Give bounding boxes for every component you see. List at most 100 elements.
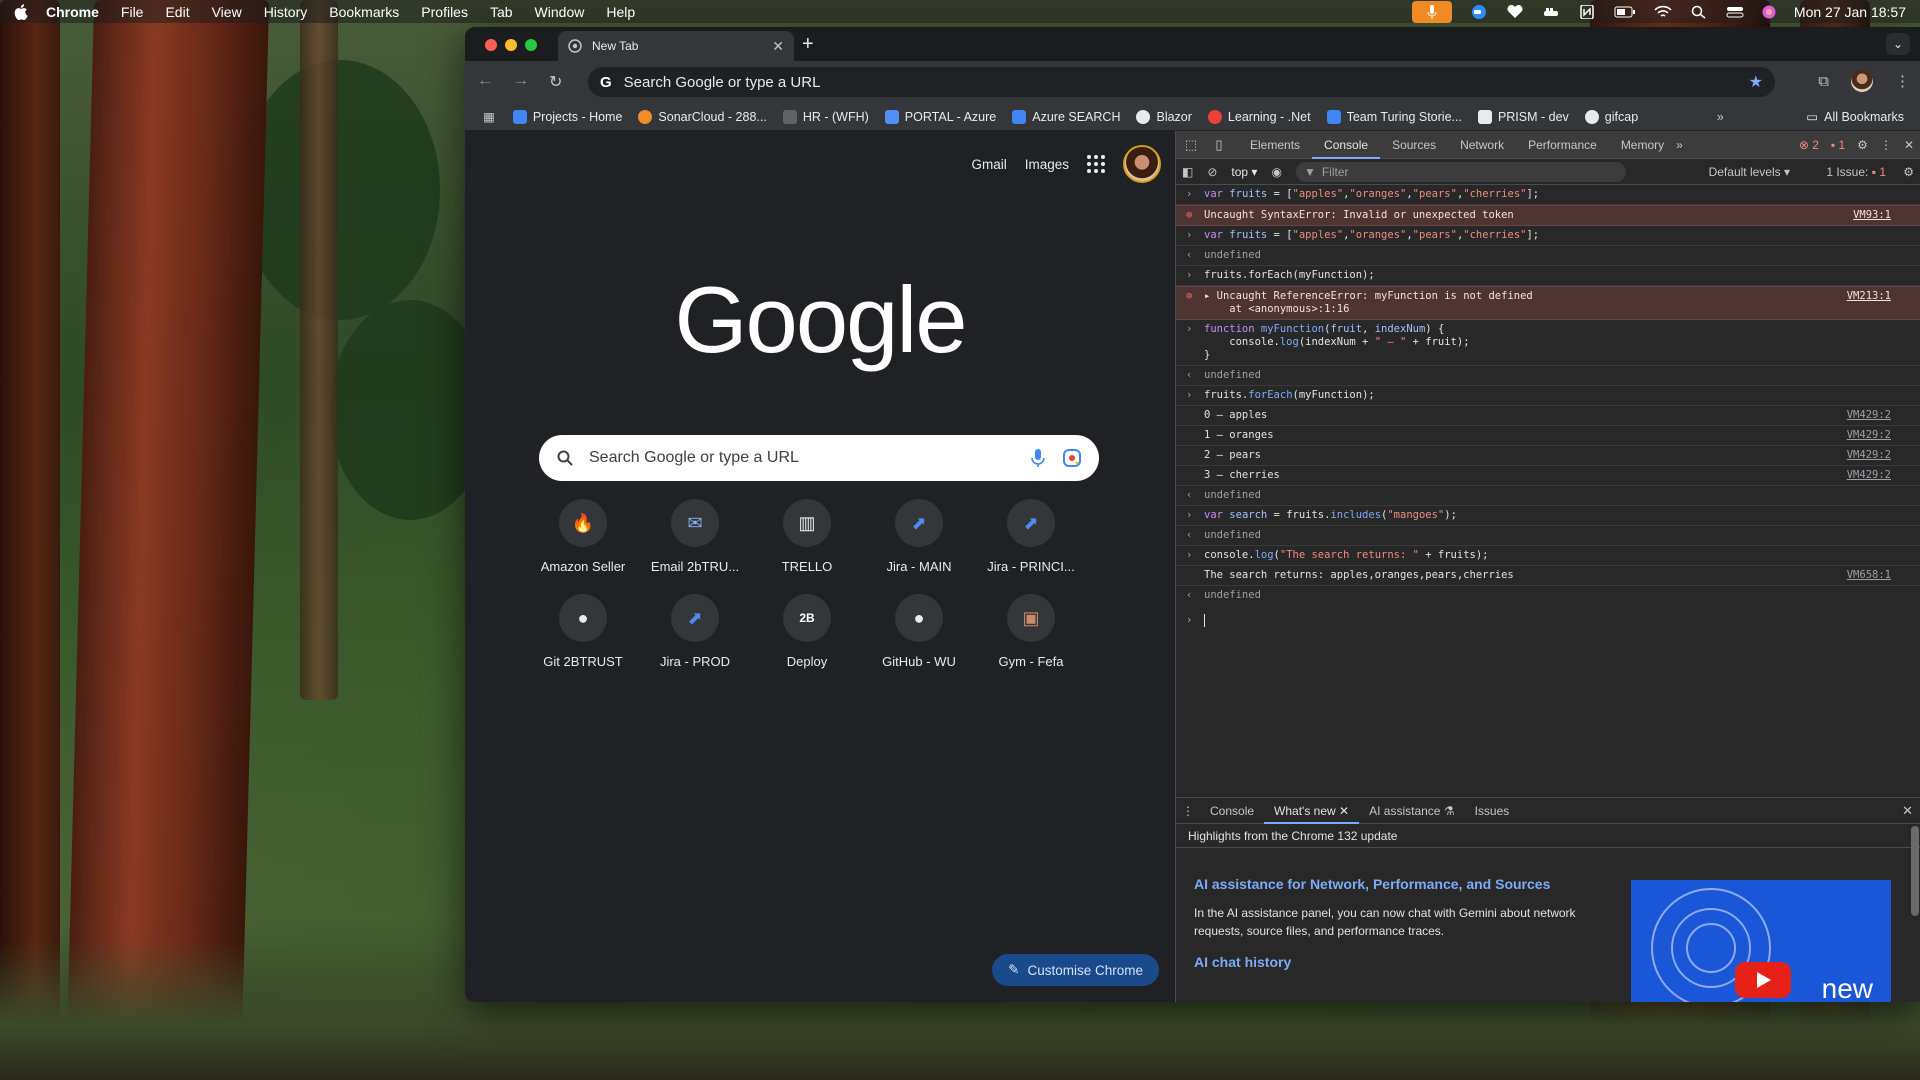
control-center-icon[interactable] — [1726, 5, 1744, 19]
close-devtools-icon[interactable]: ✕ — [1904, 138, 1914, 152]
whats-new-feature-title[interactable]: AI assistance for Network, Performance, … — [1194, 876, 1550, 892]
source-link[interactable]: VM429:2 — [1847, 409, 1891, 422]
google-apps-icon[interactable] — [1087, 155, 1105, 173]
tab-sources[interactable]: Sources — [1380, 131, 1448, 159]
close-window-button[interactable] — [485, 39, 497, 51]
tab-performance[interactable]: Performance — [1516, 131, 1609, 159]
youtube-play-icon[interactable] — [1735, 962, 1791, 998]
bookmark-prism-dev[interactable]: PRISM - dev — [1477, 109, 1569, 124]
inspect-element-icon[interactable]: ⬚ — [1182, 137, 1200, 153]
tab-search-chevron-icon[interactable]: ⌄ — [1886, 33, 1910, 55]
tab-memory[interactable]: Memory — [1609, 131, 1676, 159]
source-link[interactable]: VM93:1 — [1853, 209, 1891, 222]
shortcut-jira-main[interactable]: ⬈ Jira - MAIN — [863, 499, 975, 574]
gmail-link[interactable]: Gmail — [971, 157, 1006, 172]
whats-new-video-thumbnail[interactable]: new — [1631, 880, 1891, 1002]
menu-history[interactable]: History — [264, 4, 308, 20]
menu-tab[interactable]: Tab — [490, 4, 513, 20]
shortcut-jira-prod[interactable]: ⬈ Jira - PROD — [639, 594, 751, 669]
menu-profiles[interactable]: Profiles — [421, 4, 468, 20]
menu-app-name[interactable]: Chrome — [46, 4, 99, 20]
shortcut-github-wu[interactable]: ● GitHub - WU — [863, 594, 975, 669]
heart-app-icon[interactable] — [1506, 4, 1524, 19]
reload-icon[interactable]: ↻ — [549, 72, 562, 92]
context-selector[interactable]: top ▾ — [1231, 165, 1257, 179]
source-link[interactable]: VM429:2 — [1847, 469, 1891, 482]
close-tab-icon[interactable]: ✕ — [772, 38, 784, 55]
sidebar-toggle-icon[interactable]: ◧ — [1182, 165, 1193, 179]
tab-network[interactable]: Network — [1448, 131, 1516, 159]
console-settings-gear-icon[interactable]: ⚙ — [1903, 165, 1914, 179]
profile-avatar[interactable] — [1851, 70, 1873, 92]
menu-help[interactable]: Help — [606, 4, 635, 20]
wifi-icon[interactable] — [1654, 5, 1672, 19]
live-expression-eye-icon[interactable]: ◉ — [1271, 165, 1281, 179]
notion-icon[interactable] — [1578, 4, 1596, 19]
extensions-puzzle-icon[interactable]: ⧉ — [1818, 73, 1829, 90]
google-account-avatar[interactable] — [1123, 145, 1161, 183]
shortcut-amazon-seller[interactable]: 🔥 Amazon Seller — [527, 499, 639, 574]
tab-console[interactable]: Console — [1312, 131, 1381, 159]
google-lens-icon[interactable] — [1063, 449, 1081, 467]
bookmark-portal-azure[interactable]: PORTAL - Azure — [884, 109, 996, 124]
chrome-menu-kebab-icon[interactable]: ⋮ — [1895, 72, 1910, 90]
shortcut-jira-princi[interactable]: ⬈ Jira - PRINCI... — [975, 499, 1087, 574]
clear-console-icon[interactable]: ⊘ — [1207, 165, 1217, 179]
console-filter-input[interactable]: ▼ Filter — [1295, 161, 1626, 182]
drawer-tab-ai-assistance[interactable]: AI assistance ⚗ — [1359, 798, 1464, 824]
menu-window[interactable]: Window — [535, 4, 585, 20]
bookmark-learning-net[interactable]: Learning - .Net — [1207, 109, 1311, 124]
close-drawer-icon[interactable]: ✕ — [1902, 803, 1913, 819]
error-count-badge[interactable]: ⊗ 2 — [1799, 138, 1819, 152]
drawer-tab-issues[interactable]: Issues — [1465, 798, 1520, 824]
more-tabs-chevron-icon[interactable]: » — [1676, 138, 1683, 152]
shortcut-deploy[interactable]: 2B Deploy — [751, 594, 863, 669]
drawer-tab-whats-new[interactable]: What's new ✕ — [1264, 798, 1360, 824]
zoom-icon[interactable] — [1470, 4, 1488, 19]
bookmark-hr-wfh[interactable]: HR - (WFH) — [782, 109, 869, 124]
console-prompt[interactable]: › — [1176, 606, 1920, 630]
drawer-tab-console[interactable]: Console — [1200, 798, 1264, 824]
bookmark-azure-search[interactable]: Azure SEARCH — [1012, 109, 1120, 124]
issue-count-badge[interactable]: ▪ 1 — [1831, 138, 1845, 152]
bookmarks-overflow-chevron-icon[interactable]: » — [1717, 110, 1724, 124]
battery-icon[interactable] — [1614, 5, 1636, 19]
apps-grid-icon[interactable]: ▦ — [483, 109, 495, 124]
devtools-menu-kebab-icon[interactable]: ⋮ — [1880, 138, 1892, 152]
menu-view[interactable]: View — [212, 4, 242, 20]
source-link[interactable]: VM658:1 — [1847, 569, 1891, 582]
source-link[interactable]: VM429:2 — [1847, 429, 1891, 442]
drawer-scrollbar[interactable] — [1911, 826, 1919, 916]
ntp-search-box[interactable]: Search Google or type a URL — [539, 435, 1099, 481]
shortcut-gym-fefa[interactable]: ▣ Gym - Fefa — [975, 594, 1087, 669]
whats-new-feature-subtitle[interactable]: AI chat history — [1194, 954, 1291, 970]
bookmark-projects-home[interactable]: Projects - Home — [512, 109, 622, 124]
log-levels-dropdown[interactable]: Default levels ▾ — [1709, 165, 1790, 179]
microphone-indicator-icon[interactable] — [1411, 0, 1452, 23]
shortcut-git-2btrust[interactable]: ● Git 2BTRUST — [527, 594, 639, 669]
customise-chrome-button[interactable]: ✎ Customise Chrome — [992, 954, 1159, 986]
address-bar[interactable]: G Search Google or type a URL ★ — [588, 67, 1775, 97]
shortcut-trello[interactable]: ▥ TRELLO — [751, 499, 863, 574]
bookmark-team-turing[interactable]: Team Turing Storie... — [1326, 109, 1462, 124]
voice-search-mic-icon[interactable] — [1031, 449, 1045, 467]
bookmark-blazor[interactable]: Blazor — [1136, 109, 1192, 124]
shortcut-email[interactable]: ✉ Email 2bTRU... — [639, 499, 751, 574]
new-tab-button[interactable]: + — [802, 33, 814, 56]
source-link[interactable]: VM429:2 — [1847, 449, 1891, 462]
tab-new-tab[interactable]: New Tab ✕ — [558, 31, 794, 61]
menu-bookmarks[interactable]: Bookmarks — [329, 4, 399, 20]
device-toolbar-icon[interactable]: ▯ — [1210, 137, 1228, 153]
bookmark-sonarcloud[interactable]: SonarCloud - 288... — [638, 109, 767, 124]
forward-arrow-icon[interactable]: → — [513, 72, 529, 90]
images-link[interactable]: Images — [1025, 157, 1069, 172]
zoom-window-button[interactable] — [525, 39, 537, 51]
tab-elements[interactable]: Elements — [1238, 131, 1312, 159]
all-bookmarks-button[interactable]: ▭ All Bookmarks — [1806, 109, 1904, 125]
minimize-window-button[interactable] — [505, 39, 517, 51]
siri-icon[interactable] — [1762, 5, 1776, 19]
apple-icon[interactable] — [14, 3, 28, 20]
drawer-menu-kebab-icon[interactable]: ⋮ — [1182, 804, 1194, 818]
menubar-clock[interactable]: Mon 27 Jan 18:57 — [1794, 4, 1906, 20]
bookmark-star-icon[interactable]: ★ — [1749, 72, 1763, 92]
